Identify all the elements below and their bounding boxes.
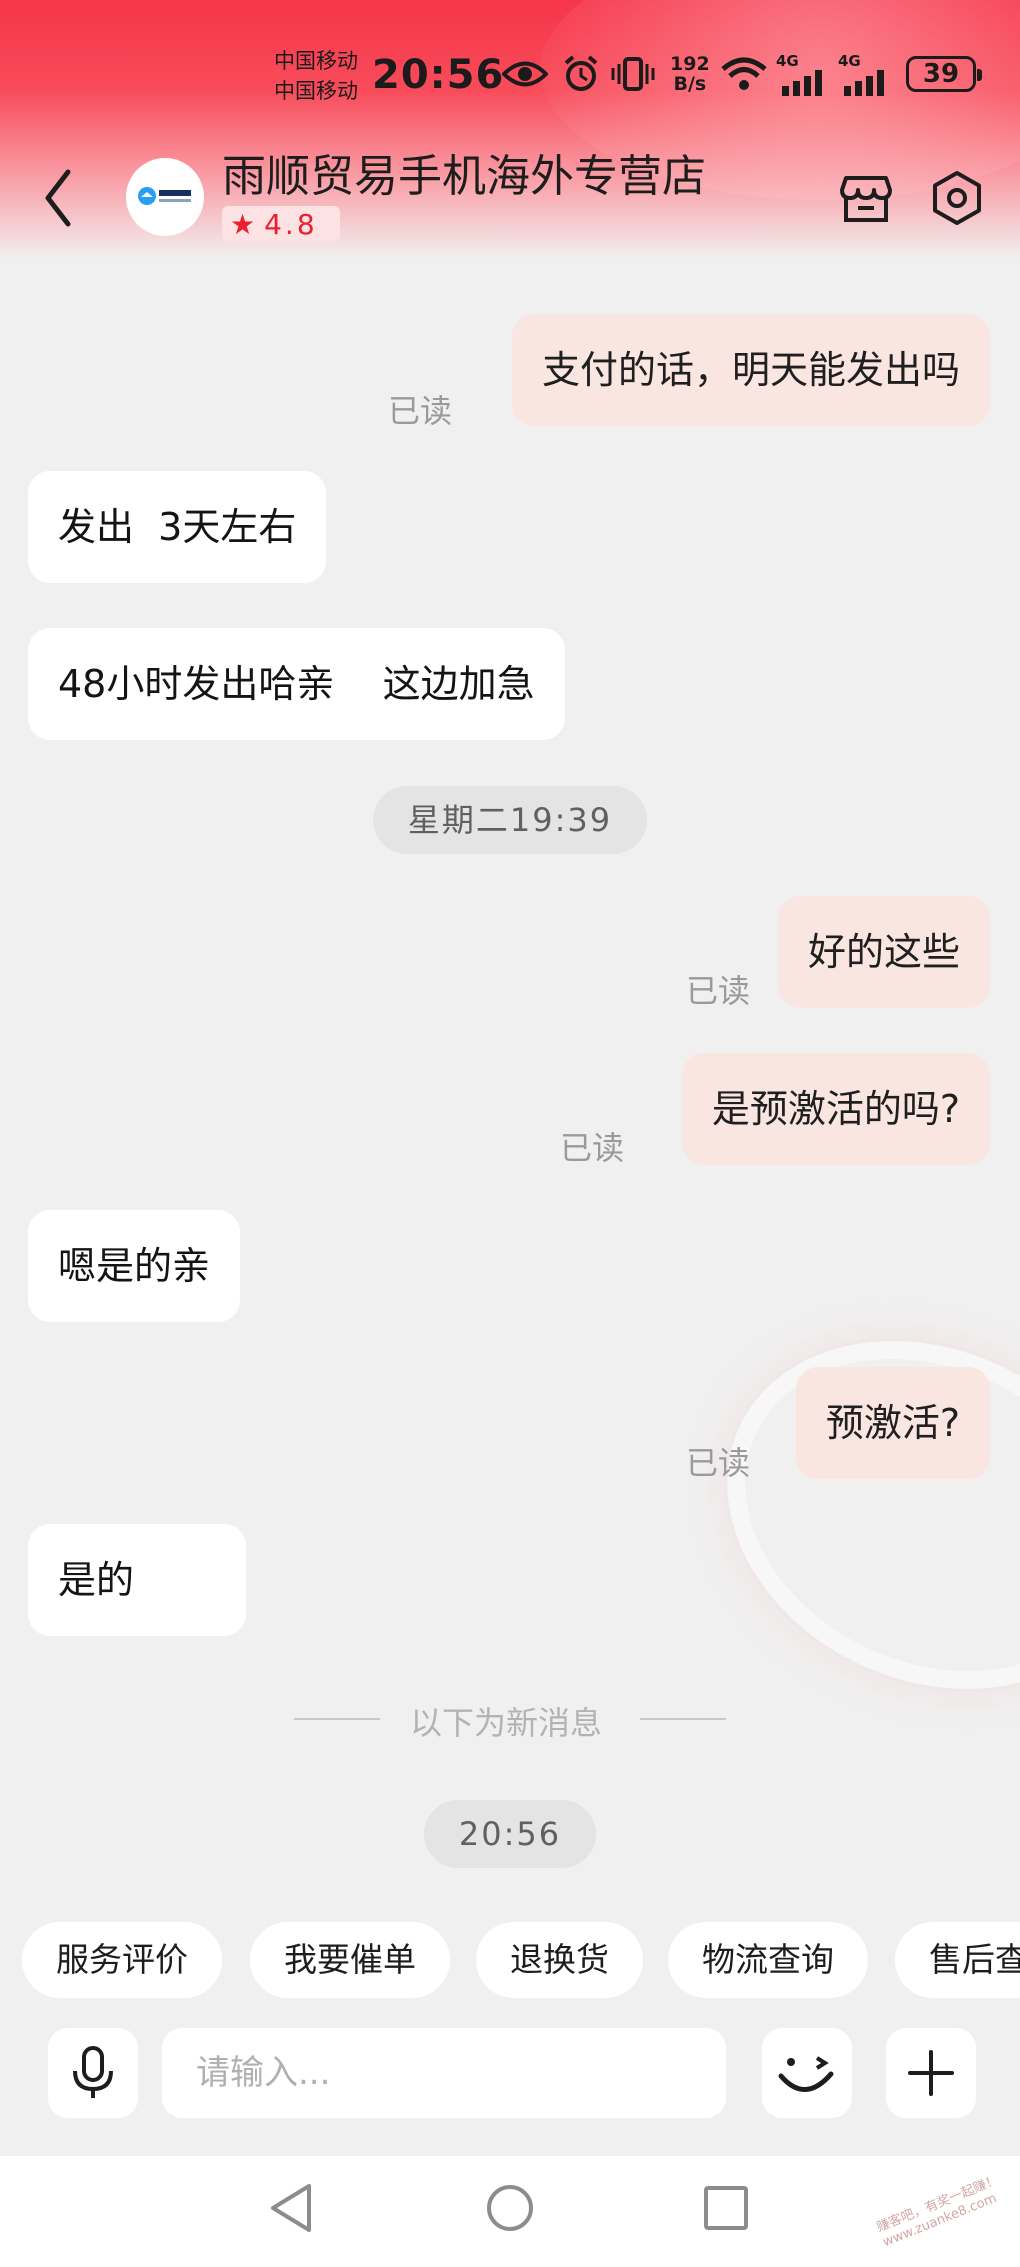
square-recent-icon <box>704 2186 748 2230</box>
timestamp-chip: 20:56 <box>424 1800 596 1868</box>
incoming-message[interactable]: 是的 <box>28 1524 246 1636</box>
voice-button[interactable] <box>48 2028 138 2118</box>
incoming-message[interactable]: 发出 3天左右 <box>28 471 327 583</box>
nav-back-button[interactable] <box>262 2178 322 2238</box>
alarm-icon <box>558 52 604 96</box>
rating-value: 4.8 <box>264 207 318 241</box>
input-bar <box>0 2028 1020 2124</box>
status-bar: 中国移动 中国移动 20:56 192 B/s 4G 4G 39 <box>0 40 1020 110</box>
battery-indicator: 39 <box>906 56 982 92</box>
plus-icon <box>908 2050 954 2096</box>
quick-action-service-review[interactable]: 服务评价 <box>22 1922 222 1998</box>
star-icon: ★ <box>230 207 259 241</box>
vibrate-icon <box>610 52 656 96</box>
outgoing-message[interactable]: 好的这些 <box>777 896 990 1008</box>
signal-icon-2: 4G <box>838 52 892 96</box>
outgoing-message[interactable]: 支付的话，明天能发出吗 <box>511 314 990 426</box>
plus-button[interactable] <box>886 2028 976 2118</box>
carrier-2: 中国移动 <box>274 79 358 103</box>
store-icon <box>840 176 892 222</box>
divider-line-right <box>640 1718 726 1720</box>
outgoing-message[interactable]: 是预激活的吗? <box>681 1053 990 1165</box>
outgoing-message[interactable]: 预激活? <box>795 1367 990 1479</box>
back-icon <box>45 169 71 227</box>
carrier-1: 中国移动 <box>274 49 358 73</box>
timestamp-chip: 星期二19:39 <box>373 786 647 854</box>
wifi-icon <box>720 52 768 96</box>
signal-icon-1: 4G <box>776 52 830 96</box>
circle-home-icon <box>487 2185 533 2231</box>
quick-action-after-sales[interactable]: 售后查 <box>895 1922 1020 1998</box>
shop-name[interactable]: 雨顺贸易手机海外专营店 <box>222 140 706 204</box>
settings-icon <box>933 171 981 225</box>
quick-action-return-exchange[interactable]: 退换货 <box>476 1922 643 1998</box>
shop-avatar[interactable] <box>126 158 204 236</box>
message-input[interactable] <box>162 2028 726 2118</box>
quick-action-urge-order[interactable]: 我要催单 <box>250 1922 450 1998</box>
read-receipt: 已读 <box>560 1129 625 1167</box>
nav-recent-button[interactable] <box>696 2178 756 2238</box>
status-clock: 20:56 <box>372 52 505 98</box>
back-button[interactable] <box>40 166 90 230</box>
quick-action-logistics[interactable]: 物流查询 <box>668 1922 868 1998</box>
shop-logo <box>137 186 193 209</box>
quick-action-bar: 服务评价 我要催单 退换货 物流查询 售后查 <box>0 1922 1020 1998</box>
incoming-message[interactable]: 嗯是的亲 <box>28 1210 241 1322</box>
incoming-message[interactable]: 48小时发出哈亲 这边加急 <box>28 628 565 740</box>
eye-icon <box>500 52 550 96</box>
shop-rating-badge: ★ 4.8 <box>222 206 340 242</box>
divider-line-left <box>294 1718 380 1720</box>
read-receipt: 已读 <box>388 392 453 430</box>
nav-home-button[interactable] <box>480 2178 540 2238</box>
carrier-labels: 中国移动 中国移动 <box>274 46 358 106</box>
watermark: 赚客吧，有奖一起赚！ www.zuanke8.com <box>874 2172 1001 2251</box>
emoji-button[interactable] <box>762 2028 852 2118</box>
triangle-back-icon <box>271 2184 311 2232</box>
chat-header: 雨顺贸易手机海外专营店 ★ 4.8 <box>0 140 1020 260</box>
microphone-icon <box>73 2046 113 2098</box>
system-navigation-bar: 赚客吧，有奖一起赚！ www.zuanke8.com <box>0 2156 1020 2267</box>
store-button[interactable] <box>838 170 894 226</box>
read-receipt: 已读 <box>686 972 751 1010</box>
new-messages-divider: 以下为新消息 <box>410 1704 603 1742</box>
decorative-swoosh <box>669 1276 1020 1754</box>
settings-button[interactable] <box>929 170 985 226</box>
read-receipt: 已读 <box>686 1444 751 1482</box>
network-speed: 192 B/s <box>670 53 710 95</box>
emoji-icon <box>778 2056 834 2092</box>
